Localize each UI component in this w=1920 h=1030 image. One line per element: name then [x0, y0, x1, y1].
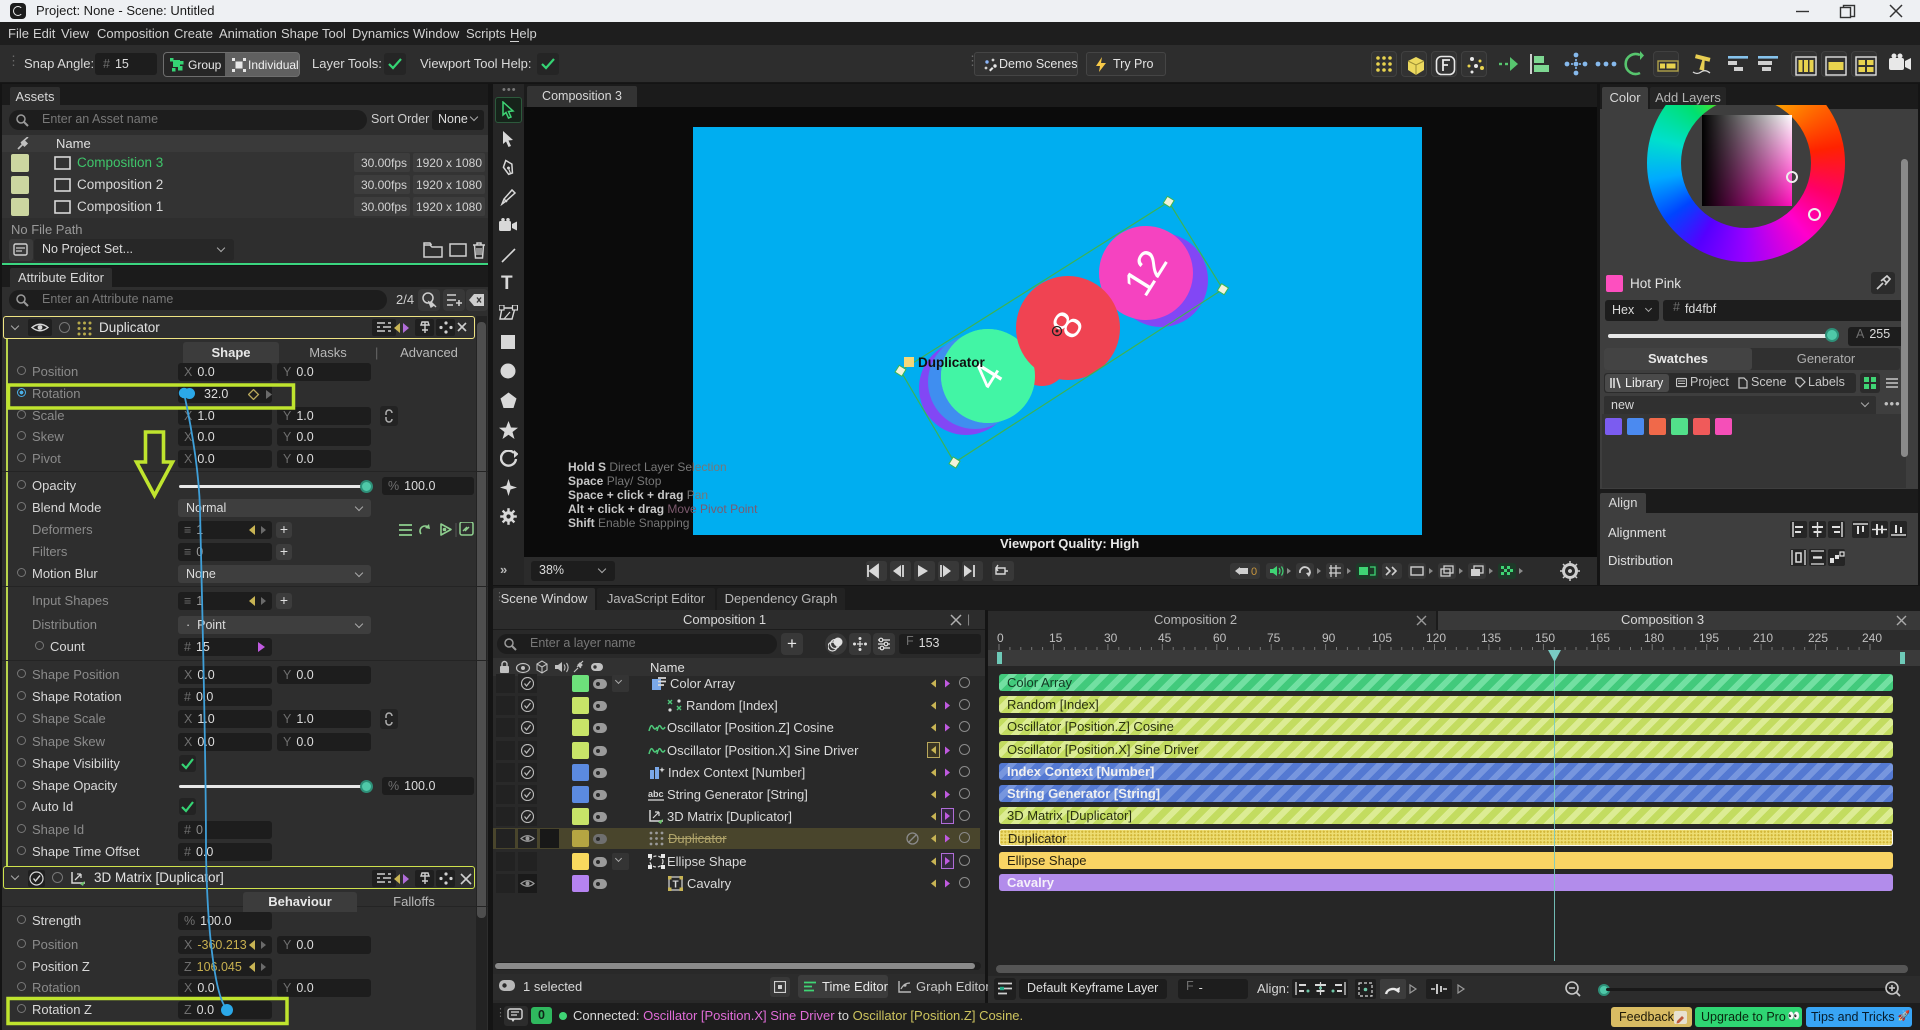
svg-text:abc: abc	[648, 789, 664, 799]
svg-text:T: T	[673, 880, 679, 891]
svg-text:Duplicator: Duplicator	[918, 355, 986, 370]
svg-text:0: 0	[1251, 566, 1257, 578]
